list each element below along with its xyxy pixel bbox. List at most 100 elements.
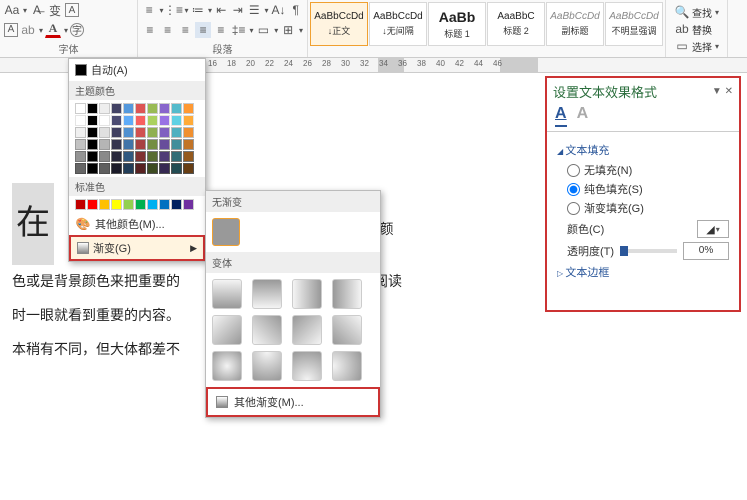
color-swatch[interactable] xyxy=(99,127,110,138)
gradient-item[interactable]: 渐变(G) ▶ xyxy=(69,235,205,261)
color-swatch[interactable] xyxy=(75,139,86,150)
style-card[interactable]: AaaBbC标题 2 xyxy=(487,2,545,46)
color-swatch[interactable] xyxy=(111,163,122,174)
color-swatch[interactable] xyxy=(171,139,182,150)
color-swatch[interactable] xyxy=(123,151,134,162)
color-picker-button[interactable]: ◢ xyxy=(697,220,729,238)
color-swatch[interactable] xyxy=(87,127,98,138)
highlight-icon[interactable]: ab xyxy=(20,22,36,38)
color-swatch[interactable] xyxy=(123,127,134,138)
color-swatch[interactable] xyxy=(99,151,110,162)
numbering-icon[interactable]: ⋮≡ xyxy=(166,2,182,18)
style-card[interactable]: AaBbCcDd↓无间隔 xyxy=(369,2,427,46)
align-dist-icon[interactable]: ≡ xyxy=(213,22,229,38)
gradient-swatch[interactable] xyxy=(252,351,282,381)
font-color-icon[interactable]: A xyxy=(45,22,61,38)
more-gradients-item[interactable]: 其他渐变(M)... xyxy=(206,387,380,417)
color-swatch[interactable] xyxy=(135,199,146,210)
gradient-swatch[interactable] xyxy=(292,279,322,309)
section-text-fill[interactable]: 文本填充 xyxy=(557,142,729,158)
standard-color-row[interactable] xyxy=(69,196,205,213)
color-swatch[interactable] xyxy=(75,103,86,114)
find-button[interactable]: 🔍查找 xyxy=(674,4,719,20)
color-swatch[interactable] xyxy=(99,115,110,126)
more-colors-item[interactable]: 🎨 其他颜色(M)... xyxy=(69,213,205,235)
indent-right-icon[interactable]: ⇥ xyxy=(231,2,245,18)
color-swatch[interactable] xyxy=(147,151,158,162)
tab-text-outline[interactable]: A xyxy=(577,105,589,127)
gradient-swatch[interactable] xyxy=(292,315,322,345)
color-swatch[interactable] xyxy=(111,139,122,150)
color-swatch[interactable] xyxy=(171,115,182,126)
color-swatch[interactable] xyxy=(87,151,98,162)
showmarks-icon[interactable]: ¶ xyxy=(288,2,302,18)
gradient-swatch[interactable] xyxy=(252,315,282,345)
color-swatch[interactable] xyxy=(99,163,110,174)
color-swatch[interactable] xyxy=(99,103,110,114)
color-swatch[interactable] xyxy=(111,103,122,114)
transparency-value[interactable]: 0% xyxy=(683,242,729,260)
color-swatch[interactable] xyxy=(171,163,182,174)
gradient-swatch[interactable] xyxy=(212,279,242,309)
shading-icon[interactable]: ▭ xyxy=(256,22,272,38)
borders-icon[interactable]: ⊞ xyxy=(280,22,296,38)
color-swatch[interactable] xyxy=(183,199,194,210)
color-swatch[interactable] xyxy=(111,127,122,138)
sort-icon[interactable]: A↓ xyxy=(270,2,286,18)
select-button[interactable]: ▭选择 xyxy=(674,38,719,54)
replace-button[interactable]: ab替换 xyxy=(674,21,719,37)
pane-dropdown-icon[interactable]: ▼ xyxy=(712,86,722,97)
color-swatch[interactable] xyxy=(171,127,182,138)
color-swatch[interactable] xyxy=(159,103,170,114)
color-swatch[interactable] xyxy=(111,151,122,162)
color-swatch[interactable] xyxy=(123,199,134,210)
fill-solid-radio[interactable]: 纯色填充(S) xyxy=(567,181,729,197)
color-swatch[interactable] xyxy=(147,163,158,174)
style-card[interactable]: AaBbCcDd副标题 xyxy=(546,2,604,46)
color-swatch[interactable] xyxy=(123,163,134,174)
indent-left-icon[interactable]: ⇤ xyxy=(214,2,228,18)
clear-format-icon[interactable]: A̶ xyxy=(29,2,45,18)
color-swatch[interactable] xyxy=(183,139,194,150)
color-swatch[interactable] xyxy=(87,199,98,210)
color-swatch[interactable] xyxy=(135,163,146,174)
color-swatch[interactable] xyxy=(123,115,134,126)
pane-close-icon[interactable]: ✕ xyxy=(725,86,733,97)
color-swatch[interactable] xyxy=(87,139,98,150)
color-swatch[interactable] xyxy=(135,139,146,150)
gradient-swatch[interactable] xyxy=(212,315,242,345)
color-swatch[interactable] xyxy=(75,127,86,138)
change-case-icon[interactable]: Aa xyxy=(4,2,20,18)
color-swatch[interactable] xyxy=(75,151,86,162)
color-swatch[interactable] xyxy=(99,199,110,210)
color-swatch[interactable] xyxy=(75,163,86,174)
phonetic-icon[interactable]: 变 xyxy=(47,2,63,18)
color-swatch[interactable] xyxy=(183,103,194,114)
multilevel-icon[interactable]: ≔ xyxy=(191,2,205,18)
align-justify-icon[interactable]: ≡ xyxy=(195,22,211,38)
color-swatch[interactable] xyxy=(159,163,170,174)
color-swatch[interactable] xyxy=(183,151,194,162)
color-swatch[interactable] xyxy=(159,127,170,138)
section-text-outline[interactable]: 文本边框 xyxy=(557,264,729,280)
color-swatch[interactable] xyxy=(183,163,194,174)
color-swatch[interactable] xyxy=(183,115,194,126)
color-swatch[interactable] xyxy=(135,103,146,114)
char-border-icon[interactable]: A xyxy=(65,3,79,17)
color-swatch[interactable] xyxy=(75,115,86,126)
color-swatch[interactable] xyxy=(159,115,170,126)
color-swatch[interactable] xyxy=(135,115,146,126)
color-swatch[interactable] xyxy=(171,151,182,162)
fill-gradient-radio[interactable]: 渐变填充(G) xyxy=(567,200,729,216)
gradient-swatch[interactable] xyxy=(332,279,362,309)
tab-text-fill[interactable]: A xyxy=(555,105,567,127)
color-swatch[interactable] xyxy=(159,139,170,150)
enclose-icon[interactable]: 字 xyxy=(70,23,84,37)
line-spacing-icon[interactable]: ‡≡ xyxy=(231,22,247,38)
transparency-slider[interactable] xyxy=(620,249,677,253)
color-swatch[interactable] xyxy=(147,199,158,210)
style-card[interactable]: AaBb标题 1 xyxy=(428,2,486,46)
align-left-icon[interactable]: ≡ xyxy=(142,22,158,38)
color-swatch[interactable] xyxy=(135,127,146,138)
color-swatch[interactable] xyxy=(147,139,158,150)
